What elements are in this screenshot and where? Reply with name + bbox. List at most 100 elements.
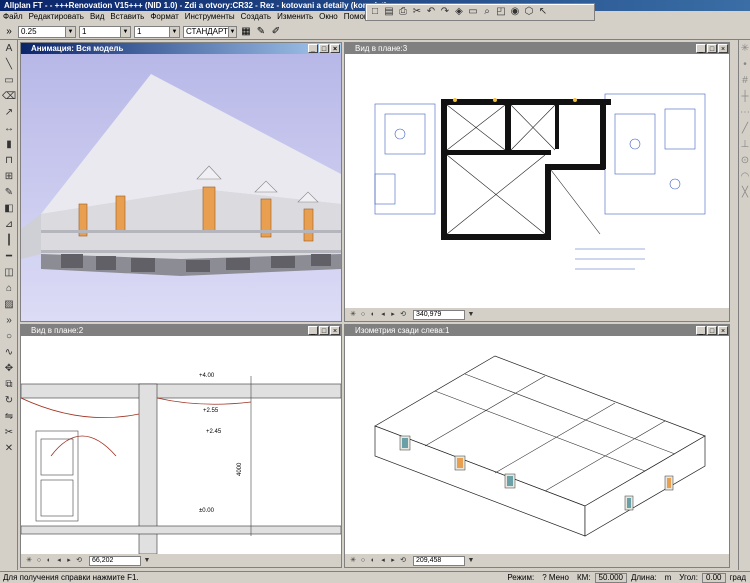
pencil-icon[interactable]: ✎ <box>2 186 16 200</box>
scale-value[interactable]: 50.000 <box>594 573 627 583</box>
pan-icon[interactable]: ◐ <box>369 557 377 565</box>
redraw-icon[interactable]: ⟲ <box>399 311 407 319</box>
scale-input[interactable]: 209,458 <box>413 555 465 566</box>
redraw-icon[interactable]: ⟲ <box>399 557 407 565</box>
minimize-icon[interactable]: _ <box>696 326 706 335</box>
next-view-icon[interactable]: ▸ <box>389 557 397 565</box>
animation-canvas[interactable] <box>21 54 341 321</box>
move-icon[interactable]: ✥ <box>2 362 16 376</box>
track-icon[interactable]: ⋯ <box>740 106 750 120</box>
next-view-icon[interactable]: ▸ <box>389 311 397 319</box>
roof-icon[interactable]: ⌂ <box>2 282 16 296</box>
layer-settings-icon[interactable]: ▦ <box>240 26 252 38</box>
color-select[interactable]: 1 ▼ <box>134 25 180 38</box>
stair-icon[interactable]: ⊿ <box>2 218 16 232</box>
menu-window[interactable]: Окно <box>316 11 341 22</box>
maximize-icon[interactable]: □ <box>707 44 717 53</box>
menu-edit[interactable]: Редактировать <box>26 11 87 22</box>
maximize-icon[interactable]: □ <box>707 326 717 335</box>
snap-icon[interactable]: ✳ <box>740 42 750 56</box>
dimension-icon[interactable]: ↔ <box>2 122 16 136</box>
hatch-icon[interactable]: ▨ <box>2 298 16 312</box>
minimize-icon[interactable]: _ <box>308 326 318 335</box>
open-icon[interactable]: ▤ <box>383 6 395 18</box>
point-icon[interactable]: • <box>740 58 750 72</box>
render-icon[interactable]: ◉ <box>509 6 521 18</box>
isometric-canvas[interactable] <box>345 336 729 554</box>
view-icon[interactable]: ◰ <box>495 6 507 18</box>
midpoint-icon[interactable]: ⊥ <box>740 138 750 152</box>
cube-icon[interactable]: ⬡ <box>523 6 535 18</box>
viewport-title-bar[interactable]: Вид в плане:2 _ □ × <box>21 325 341 336</box>
curve-tool-icon[interactable]: ∿ <box>2 346 16 360</box>
menu-format[interactable]: Формат <box>147 11 181 22</box>
delete-icon[interactable]: ✕ <box>2 442 16 456</box>
prev-view-icon[interactable]: ◂ <box>379 311 387 319</box>
redo-icon[interactable]: ↷ <box>439 6 451 18</box>
menu-modify[interactable]: Изменить <box>274 11 316 22</box>
copy-icon[interactable]: ⧉ <box>2 378 16 392</box>
zoom-all-icon[interactable]: ✳ <box>25 557 33 565</box>
chevron-down-icon[interactable]: ▼ <box>143 557 151 565</box>
intersect-icon[interactable]: ╳ <box>740 186 750 200</box>
line-tool-icon[interactable]: ╲ <box>2 58 16 72</box>
zoom-window-icon[interactable]: ○ <box>359 557 367 565</box>
edit-icon[interactable]: ✐ <box>270 26 282 38</box>
rectangle-tool-icon[interactable]: ▭ <box>2 74 16 88</box>
mode-value[interactable]: ? Мено <box>538 572 573 583</box>
menu-insert[interactable]: Вставить <box>107 11 147 22</box>
pan-icon[interactable]: ◐ <box>45 557 53 565</box>
scale-input[interactable]: 66,202 <box>89 555 141 566</box>
new-file-icon[interactable]: □ <box>369 6 381 18</box>
viewport-plan-3[interactable]: Вид в плане:3 _ □ × ✳ ○ ◐ ◂ ▸ ⟲ 340,979 … <box>344 42 730 322</box>
menu-create[interactable]: Создать <box>238 11 274 22</box>
maximize-icon[interactable]: □ <box>319 326 329 335</box>
mirror-icon[interactable]: ⇋ <box>2 410 16 424</box>
scale-input[interactable]: 340,979 <box>413 309 465 320</box>
grid-icon[interactable]: # <box>740 74 750 88</box>
window-tool-icon[interactable]: ⊞ <box>2 170 16 184</box>
pointer-icon[interactable]: ↖ <box>537 6 549 18</box>
wall-tool-icon[interactable]: ▮ <box>2 138 16 152</box>
next-view-icon[interactable]: ▸ <box>65 557 73 565</box>
minimize-icon[interactable]: _ <box>308 44 318 53</box>
close-icon[interactable]: × <box>718 44 728 53</box>
eraser-icon[interactable]: ⌫ <box>2 90 16 104</box>
prev-view-icon[interactable]: ◂ <box>379 557 387 565</box>
viewport-title-bar[interactable]: Анимация: Вся модель _ □ × <box>21 43 341 54</box>
chevron-down-icon[interactable]: ▼ <box>467 557 475 565</box>
redraw-icon[interactable]: ⟲ <box>75 557 83 565</box>
center-icon[interactable]: ⊙ <box>740 154 750 168</box>
undo-icon[interactable]: ↶ <box>425 6 437 18</box>
pen-select[interactable]: 0.25 ▼ <box>18 25 76 38</box>
pan-icon[interactable]: ◐ <box>369 311 377 319</box>
viewport-animation[interactable]: Анимация: Вся модель _ □ × <box>20 42 342 322</box>
line-snap-icon[interactable]: ╱ <box>740 122 750 136</box>
layer-icon[interactable]: ◈ <box>453 6 465 18</box>
close-icon[interactable]: × <box>718 326 728 335</box>
zoom-all-icon[interactable]: ✳ <box>349 311 357 319</box>
zoom-icon[interactable]: ⌕ <box>481 6 493 18</box>
viewport-title-bar[interactable]: Изометрия сзади слева:1 _ □ × <box>345 325 729 336</box>
circle-tool-icon[interactable]: ○ <box>2 330 16 344</box>
menu-tools[interactable]: Инструменты <box>182 11 238 22</box>
trim-icon[interactable]: ✂ <box>2 426 16 440</box>
menu-file[interactable]: Файл <box>0 11 26 22</box>
close-icon[interactable]: × <box>330 44 340 53</box>
viewport-title-bar[interactable]: Вид в плане:3 _ □ × <box>345 43 729 54</box>
length-value[interactable]: m <box>661 572 676 583</box>
door-tool-icon[interactable]: ⊓ <box>2 154 16 168</box>
maximize-icon[interactable]: □ <box>319 44 329 53</box>
plan-canvas[interactable] <box>345 54 729 308</box>
layer-select[interactable]: СТАНДАРТ ▼ <box>183 25 237 38</box>
cut-icon[interactable]: ✂ <box>411 6 423 18</box>
minimize-icon[interactable]: _ <box>696 44 706 53</box>
section-canvas[interactable]: +4.00 +2.55 +2.45 ±0.00 4000 <box>21 336 341 554</box>
print-icon[interactable]: ⎙ <box>397 6 409 18</box>
zoom-window-icon[interactable]: ○ <box>359 311 367 319</box>
rotate-icon[interactable]: ↻ <box>2 394 16 408</box>
tangent-icon[interactable]: ◠ <box>740 170 750 184</box>
opening-icon[interactable]: ◫ <box>2 266 16 280</box>
ortho-icon[interactable]: ┼ <box>740 90 750 104</box>
expand-icon[interactable]: » <box>2 314 16 328</box>
